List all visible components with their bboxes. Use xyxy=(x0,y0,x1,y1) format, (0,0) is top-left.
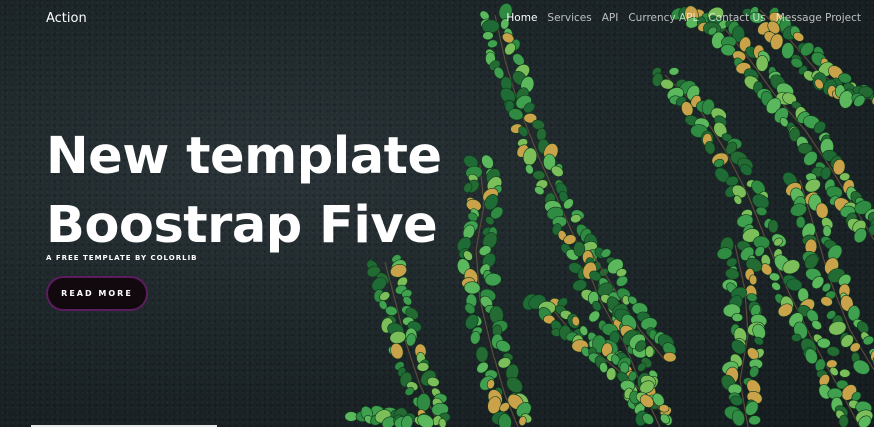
ivy-leaf xyxy=(755,55,769,72)
navbar: Action Home Services API Currency APL Co… xyxy=(0,0,874,38)
hero-section: Action Home Services API Currency APL Co… xyxy=(0,0,874,427)
ivy-leaf xyxy=(839,368,851,378)
read-more-button[interactable]: READ MORE xyxy=(46,276,148,311)
hero-title-line-1: New template xyxy=(46,127,442,186)
ivy-leaf xyxy=(487,39,498,49)
ivy-leaf xyxy=(532,170,546,181)
ivy-leaf xyxy=(748,274,758,286)
ivy-leaf xyxy=(616,275,628,287)
nav-item-currency-apl[interactable]: Currency APL xyxy=(628,12,698,24)
ivy-leaf xyxy=(826,346,840,357)
nav-item-home[interactable]: Home xyxy=(506,12,537,24)
ivy-leaf xyxy=(416,393,431,412)
nav-menu: Home Services API Currency APL Contact U… xyxy=(506,12,861,24)
nav-item-message-project[interactable]: Message Project xyxy=(776,12,861,24)
hero-title-line-2: Boostrap Five xyxy=(46,196,438,255)
ivy-leaf xyxy=(475,346,489,363)
nav-item-api[interactable]: API xyxy=(602,12,619,24)
ivy-leaf xyxy=(731,313,744,322)
ivy-leaf xyxy=(668,67,680,76)
nav-item-contact-us[interactable]: Contact Us xyxy=(708,12,765,24)
ivy-leaf xyxy=(481,154,494,169)
ivy-leaf xyxy=(748,415,761,426)
nav-item-services[interactable]: Services xyxy=(547,12,591,24)
ivy-leaf xyxy=(390,342,404,360)
hero-subtitle: A FREE TEMPLATE BY COLORLIB xyxy=(46,254,198,262)
ivy-leaf xyxy=(791,333,802,342)
ivy-leaf xyxy=(767,219,779,234)
ivy-leaf xyxy=(817,337,831,349)
hero-title: New template Boostrap Five xyxy=(46,122,442,260)
ivy-leaf xyxy=(771,281,781,291)
ivy-leaf xyxy=(644,345,655,358)
ivy-leaf xyxy=(725,268,740,280)
ivy-leaf xyxy=(822,225,832,237)
ivy-leaf xyxy=(416,362,430,372)
brand-link[interactable]: Action xyxy=(46,11,87,26)
